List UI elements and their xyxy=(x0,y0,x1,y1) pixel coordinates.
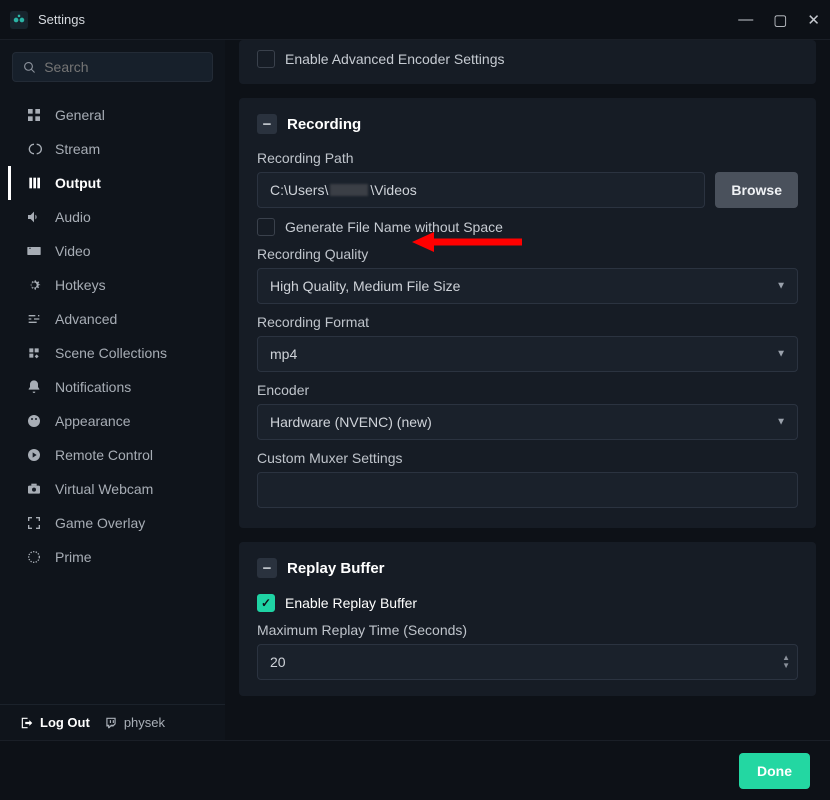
close-button[interactable]: ✕ xyxy=(807,11,820,29)
minimize-button[interactable]: — xyxy=(738,11,753,29)
sidebar-item-scene-collections[interactable]: Scene Collections xyxy=(8,336,217,370)
sidebar-item-label: Remote Control xyxy=(55,447,153,463)
sidebar-item-advanced[interactable]: Advanced xyxy=(8,302,217,336)
encoder-settings-panel: Enable Advanced Encoder Settings xyxy=(239,40,816,84)
recording-format-label: Recording Format xyxy=(257,314,798,330)
gear-icon xyxy=(25,276,43,294)
sidebar-item-label: Notifications xyxy=(55,379,131,395)
recording-path-input[interactable]: C:\Users\ \Videos xyxy=(257,172,705,208)
sidebar-item-stream[interactable]: Stream xyxy=(8,132,217,166)
sidebar-item-label: Virtual Webcam xyxy=(55,481,153,497)
enable-replay-checkbox[interactable]: ✓ xyxy=(257,594,275,612)
collapse-replay-button[interactable]: − xyxy=(257,558,277,578)
sidebar-item-prime[interactable]: Prime xyxy=(8,540,217,574)
collection-icon xyxy=(25,344,43,362)
muxer-label: Custom Muxer Settings xyxy=(257,450,798,466)
sidebar-nav: General Stream Output Audio Video Hotkey… xyxy=(8,98,217,574)
recording-panel: − Recording Recording Path C:\Users\ \Vi… xyxy=(239,98,816,528)
output-icon xyxy=(25,174,43,192)
sidebar-item-label: Output xyxy=(55,175,101,191)
prime-icon xyxy=(25,548,43,566)
username-label: physek xyxy=(124,715,165,730)
search-input[interactable] xyxy=(44,59,202,75)
twitch-icon xyxy=(104,716,118,730)
bottom-bar: Done xyxy=(0,740,830,800)
sidebar-item-audio[interactable]: Audio xyxy=(8,200,217,234)
app-icon xyxy=(10,11,28,29)
enable-replay-label: Enable Replay Buffer xyxy=(285,595,417,611)
sidebar-item-label: Audio xyxy=(55,209,91,225)
replay-buffer-panel: − Replay Buffer ✓ Enable Replay Buffer M… xyxy=(239,542,816,696)
theme-icon xyxy=(25,412,43,430)
window-title: Settings xyxy=(38,12,738,27)
recording-path-label: Recording Path xyxy=(257,150,798,166)
logout-icon xyxy=(20,716,34,730)
generate-filename-checkbox[interactable] xyxy=(257,218,275,236)
recording-path-suffix: \Videos xyxy=(370,182,416,198)
signal-icon xyxy=(25,140,43,158)
recording-title: Recording xyxy=(287,116,361,133)
sidebar-footer: Log Out physek xyxy=(0,704,225,740)
sidebar-item-label: Stream xyxy=(55,141,100,157)
sidebar-item-virtual-webcam[interactable]: Virtual Webcam xyxy=(8,472,217,506)
log-out-button[interactable]: Log Out xyxy=(20,715,90,730)
sidebar-item-video[interactable]: Video xyxy=(8,234,217,268)
grid-icon xyxy=(25,106,43,124)
speaker-icon xyxy=(25,208,43,226)
title-bar: Settings — ▢ ✕ xyxy=(0,0,830,40)
bell-icon xyxy=(25,378,43,396)
sidebar-item-label: Hotkeys xyxy=(55,277,106,293)
muxer-input[interactable] xyxy=(257,472,798,508)
sidebar-item-label: Scene Collections xyxy=(55,345,167,361)
browse-button[interactable]: Browse xyxy=(715,172,798,208)
window-controls: — ▢ ✕ xyxy=(738,11,820,29)
recording-quality-select[interactable]: High Quality, Medium File Size xyxy=(257,268,798,304)
sidebar-item-notifications[interactable]: Notifications xyxy=(8,370,217,404)
log-out-label: Log Out xyxy=(40,715,90,730)
camera-icon xyxy=(25,480,43,498)
sidebar-item-label: Appearance xyxy=(55,413,131,429)
sidebar-item-label: Video xyxy=(55,243,91,259)
sidebar-item-label: Prime xyxy=(55,549,92,565)
overlay-icon xyxy=(25,514,43,532)
sidebar-item-remote-control[interactable]: Remote Control xyxy=(8,438,217,472)
recording-path-prefix: C:\Users\ xyxy=(270,182,328,198)
sidebar-item-general[interactable]: General xyxy=(8,98,217,132)
remote-icon xyxy=(25,446,43,464)
sidebar-item-appearance[interactable]: Appearance xyxy=(8,404,217,438)
generate-filename-label: Generate File Name without Space xyxy=(285,219,503,235)
done-button[interactable]: Done xyxy=(739,753,810,789)
encoder-select[interactable]: Hardware (NVENC) (new) xyxy=(257,404,798,440)
collapse-recording-button[interactable]: − xyxy=(257,114,277,134)
sliders-icon xyxy=(25,310,43,328)
recording-format-select[interactable]: mp4 xyxy=(257,336,798,372)
sidebar: General Stream Output Audio Video Hotkey… xyxy=(0,40,225,740)
sidebar-item-label: General xyxy=(55,107,105,123)
recording-quality-label: Recording Quality xyxy=(257,246,798,262)
advanced-encoder-checkbox[interactable] xyxy=(257,50,275,68)
video-icon xyxy=(25,242,43,260)
number-spinner[interactable]: ▲▼ xyxy=(782,654,790,670)
user-chip[interactable]: physek xyxy=(104,715,165,730)
redacted-username xyxy=(330,184,368,196)
advanced-encoder-label: Enable Advanced Encoder Settings xyxy=(285,51,505,67)
sidebar-item-label: Game Overlay xyxy=(55,515,145,531)
search-box[interactable] xyxy=(12,52,213,82)
sidebar-item-output[interactable]: Output xyxy=(8,166,217,200)
sidebar-item-label: Advanced xyxy=(55,311,117,327)
maximize-button[interactable]: ▢ xyxy=(773,11,787,29)
content-pane: Enable Advanced Encoder Settings − Recor… xyxy=(225,40,830,740)
search-icon xyxy=(23,60,36,75)
sidebar-item-game-overlay[interactable]: Game Overlay xyxy=(8,506,217,540)
replay-title: Replay Buffer xyxy=(287,560,385,577)
max-replay-time-label: Maximum Replay Time (Seconds) xyxy=(257,622,798,638)
max-replay-time-input[interactable] xyxy=(257,644,798,680)
sidebar-item-hotkeys[interactable]: Hotkeys xyxy=(8,268,217,302)
encoder-label: Encoder xyxy=(257,382,798,398)
